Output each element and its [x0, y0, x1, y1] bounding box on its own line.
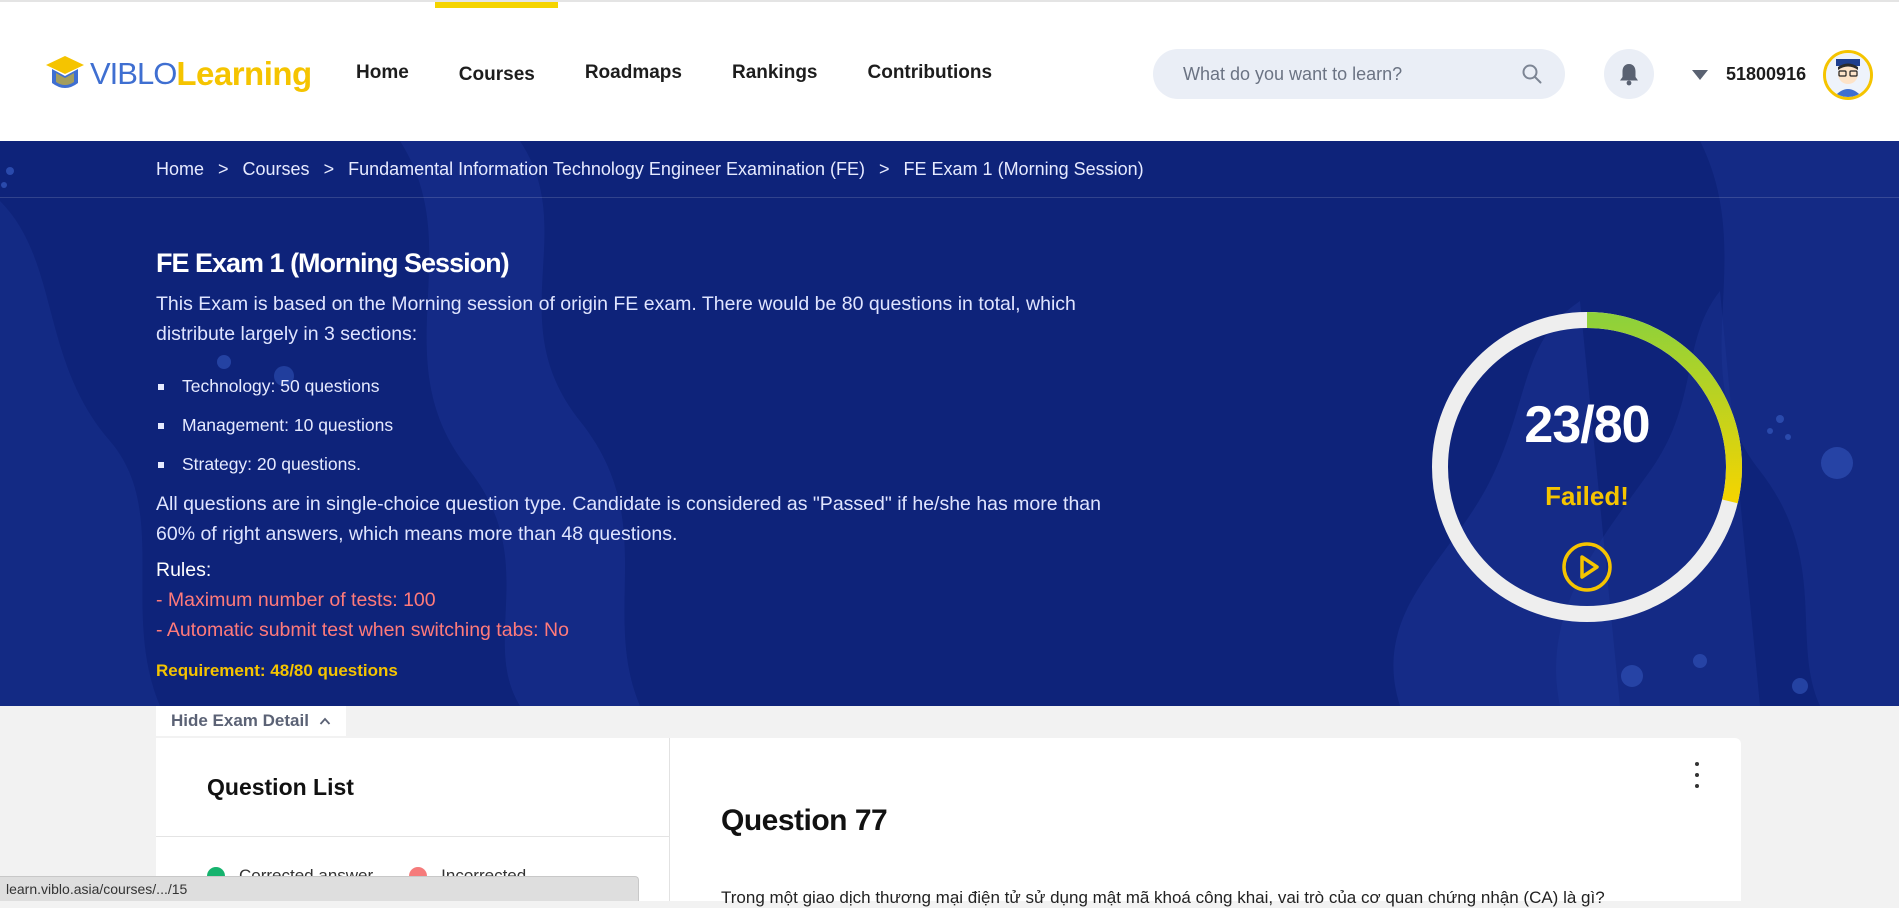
question-list-divider	[156, 836, 670, 837]
more-options-icon[interactable]	[1687, 760, 1707, 790]
breadcrumb-separator: >	[879, 159, 890, 179]
nav-roadmaps[interactable]: Roadmaps	[585, 62, 682, 84]
nav-courses[interactable]: Courses	[459, 64, 535, 86]
breadcrumb-separator: >	[323, 159, 335, 179]
exam-title: FE Exam 1 (Morning Session)	[156, 248, 510, 278]
breadcrumb-course[interactable]: Fundamental Information Technology Engin…	[348, 159, 865, 180]
exam-sections-list: Technology: 50 questions Management: 10 …	[156, 367, 393, 484]
nav-rankings[interactable]: Rankings	[732, 62, 818, 84]
caret-down-icon	[1692, 69, 1708, 80]
exam-section-item: Strategy: 20 questions.	[156, 445, 393, 484]
notifications-button[interactable]	[1604, 49, 1654, 99]
user-menu-dropdown[interactable]: 51800916	[1690, 64, 1806, 85]
question-title: Question 77	[721, 804, 888, 837]
hide-exam-detail-label: Hide Exam Detail	[171, 711, 309, 730]
main-nav: Home Courses Roadmaps Rankings Contribut…	[356, 2, 1042, 143]
search-icon[interactable]	[1521, 63, 1543, 85]
breadcrumb: Home > Courses > Fundamental Information…	[156, 159, 1144, 180]
breadcrumb-courses[interactable]: Courses	[243, 159, 310, 180]
rule-max-tests: - Maximum number of tests: 100	[156, 589, 436, 611]
avatar[interactable]	[1823, 50, 1873, 100]
nav-home[interactable]: Home	[356, 62, 409, 84]
username: 51800916	[1726, 64, 1807, 84]
hide-exam-detail-button[interactable]: Hide Exam Detail	[156, 706, 346, 736]
question-text: Trong một giao dịch thương mại điện tử s…	[721, 888, 1605, 907]
breadcrumb-divider	[0, 197, 1899, 198]
breadcrumb-home[interactable]: Home	[156, 159, 204, 180]
pass-criteria: All questions are in single-choice quest…	[156, 493, 1101, 545]
top-header: VIBLO Learning Home Courses Roadmaps Ran…	[0, 0, 1899, 141]
exam-section-item: Technology: 50 questions	[156, 367, 393, 406]
search-box	[1153, 49, 1565, 99]
requirement-text: Requirement: 48/80 questions	[156, 661, 398, 680]
rule-auto-submit: - Automatic submit test when switching t…	[156, 619, 569, 641]
logo-learning-text: Learning	[176, 55, 312, 92]
chevron-up-icon	[319, 717, 331, 725]
exam-section-item: Management: 10 questions	[156, 406, 393, 445]
result-status: Failed!	[1545, 481, 1629, 511]
exam-description: This Exam is based on the Morning sessio…	[156, 293, 1076, 345]
bell-icon	[1620, 64, 1638, 86]
user-avatar-icon	[1826, 53, 1870, 97]
viblo-learning-logo[interactable]: VIBLO Learning	[44, 52, 312, 96]
logo-viblo-text: VIBLO	[90, 56, 177, 91]
exam-banner: Home > Courses > Fundamental Information…	[0, 141, 1899, 706]
rules-label: Rules:	[156, 559, 212, 581]
nav-contributions[interactable]: Contributions	[868, 62, 993, 84]
score-text: 23/80	[1524, 396, 1650, 454]
play-icon[interactable]	[1561, 541, 1613, 593]
question-list-title: Question List	[207, 774, 354, 800]
question-panel: Question 77 Trong một giao dịch thương m…	[670, 738, 1741, 907]
breadcrumb-separator: >	[218, 159, 229, 179]
graduation-cap-icon	[46, 56, 84, 88]
browser-status-url: learn.viblo.asia/courses/.../15	[0, 876, 639, 901]
breadcrumb-current: FE Exam 1 (Morning Session)	[903, 159, 1144, 179]
search-input[interactable]	[1183, 63, 1521, 85]
